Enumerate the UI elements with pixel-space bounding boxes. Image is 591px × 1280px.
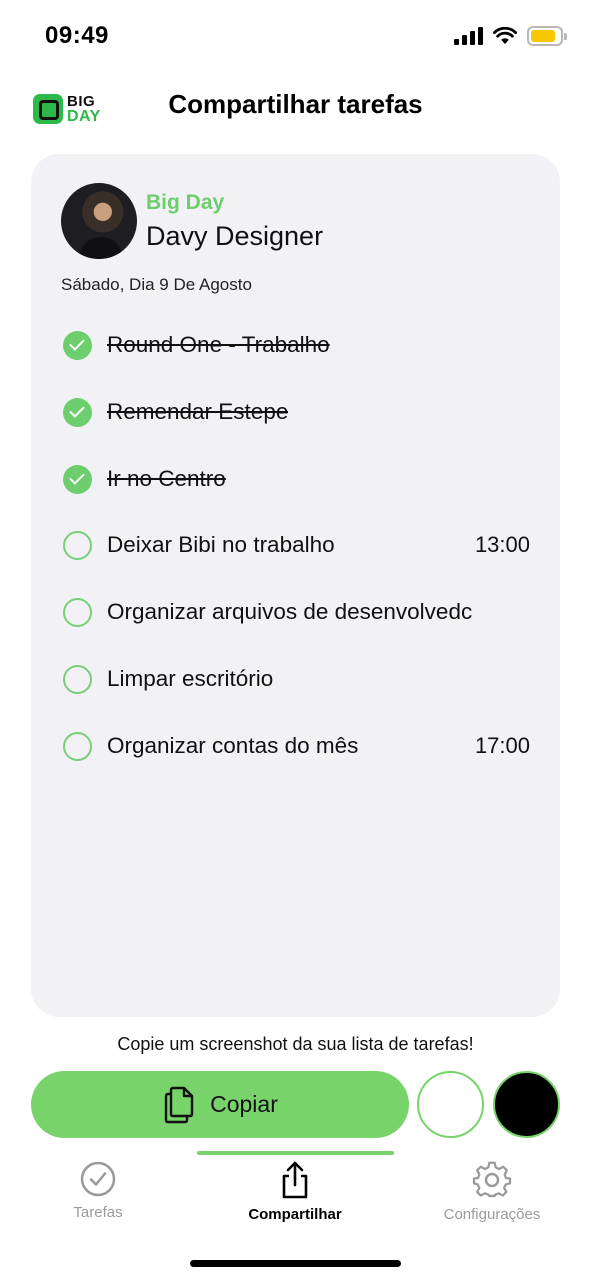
- task-item: Ir no Centro: [63, 460, 533, 500]
- copy-button-label: Copiar: [210, 1091, 278, 1117]
- battery-icon: [527, 26, 567, 46]
- copy-icon: [164, 1086, 194, 1123]
- home-indicator[interactable]: [190, 1260, 401, 1267]
- task-date: Sábado, Dia 9 De Agosto: [61, 275, 252, 294]
- theme-black-button[interactable]: [493, 1071, 560, 1138]
- checked-circle-icon: [63, 398, 92, 427]
- task-item: Organizar arquivos de desenvolvedc: [63, 593, 533, 633]
- gear-icon: [472, 1161, 512, 1198]
- task-time: 17:00: [474, 733, 530, 758]
- avatar: [61, 183, 137, 259]
- task-label: Remendar Estepe: [107, 399, 289, 424]
- share-card: Big Day Davy Designer Sábado, Dia 9 De A…: [31, 154, 560, 1017]
- task-item: Deixar Bibi no trabalho 13:00: [63, 526, 533, 566]
- copy-button[interactable]: Copiar: [31, 1071, 409, 1138]
- brand-name: Big Day: [146, 191, 225, 214]
- task-label: Round One - Trabalho: [107, 332, 330, 357]
- tab-label: Tarefas: [73, 1204, 123, 1221]
- cellular-signal-icon: [454, 27, 483, 45]
- task-time: 13:00: [474, 532, 530, 557]
- active-tab-indicator: [197, 1151, 394, 1155]
- task-label: Limpar escritório: [107, 666, 274, 691]
- share-hint: Copie um screenshot da sua lista de tare…: [117, 1034, 474, 1054]
- checked-circle-icon: [63, 331, 92, 360]
- user-name: Davy Designer: [146, 221, 324, 251]
- task-label: Ir no Centro: [107, 466, 226, 491]
- task-label: Organizar contas do mês: [107, 733, 359, 758]
- tab-configuracoes[interactable]: Configurações: [430, 1160, 554, 1230]
- empty-circle-icon: [63, 665, 92, 694]
- task-item: Round One - Trabalho: [63, 326, 533, 366]
- task-item: Limpar escritório: [63, 660, 533, 700]
- task-label: Organizar arquivos de desenvolvedc: [107, 599, 473, 624]
- task-item: Organizar contas do mês 17:00: [63, 727, 533, 767]
- check-circle-icon: [80, 1161, 116, 1197]
- empty-circle-icon: [63, 531, 92, 560]
- status-icons: [454, 26, 567, 46]
- wifi-icon: [493, 27, 517, 44]
- theme-white-button[interactable]: [417, 1071, 484, 1138]
- checked-circle-icon: [63, 465, 92, 494]
- tab-label: Compartilhar: [248, 1206, 342, 1223]
- status-bar: 09:49: [0, 0, 591, 72]
- task-label: Deixar Bibi no trabalho: [107, 532, 335, 557]
- share-icon: [282, 1161, 308, 1199]
- task-item: Remendar Estepe: [63, 393, 533, 433]
- page-title: Compartilhar tarefas: [168, 89, 423, 119]
- tab-label: Configurações: [443, 1206, 541, 1223]
- empty-circle-icon: [63, 598, 92, 627]
- empty-circle-icon: [63, 732, 92, 761]
- tab-tarefas[interactable]: Tarefas: [48, 1160, 148, 1230]
- tab-compartilhar[interactable]: Compartilhar: [230, 1160, 360, 1230]
- status-time: 09:49: [45, 22, 109, 49]
